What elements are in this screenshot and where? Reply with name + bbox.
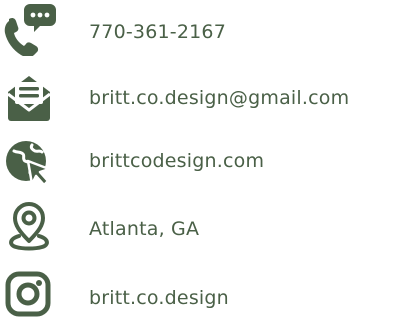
email-address[interactable]: britt.co.design@gmail.com [89, 86, 349, 110]
contact-list: 770-361-2167 britt.co.design@gmail.com b… [0, 0, 405, 317]
phone-number[interactable]: 770-361-2167 [89, 20, 226, 44]
contact-row-instagram[interactable]: britt.co.design [0, 266, 405, 326]
website-url[interactable]: brittcodesign.com [89, 149, 264, 173]
contact-row-email[interactable]: britt.co.design@gmail.com [0, 66, 405, 126]
location-text: Atlanta, GA [89, 218, 200, 240]
globe-cursor-icon [6, 141, 51, 187]
instagram-icon [5, 271, 51, 317]
phone-chat-icon [4, 4, 56, 56]
instagram-handle[interactable]: britt.co.design [89, 286, 229, 310]
contact-row-location[interactable]: Atlanta, GA [0, 200, 405, 260]
location-pin-icon [9, 202, 49, 251]
contact-row-phone[interactable]: 770-361-2167 [0, 0, 405, 60]
contact-row-website[interactable]: brittcodesign.com [0, 133, 405, 193]
email-envelope-icon [7, 76, 51, 121]
